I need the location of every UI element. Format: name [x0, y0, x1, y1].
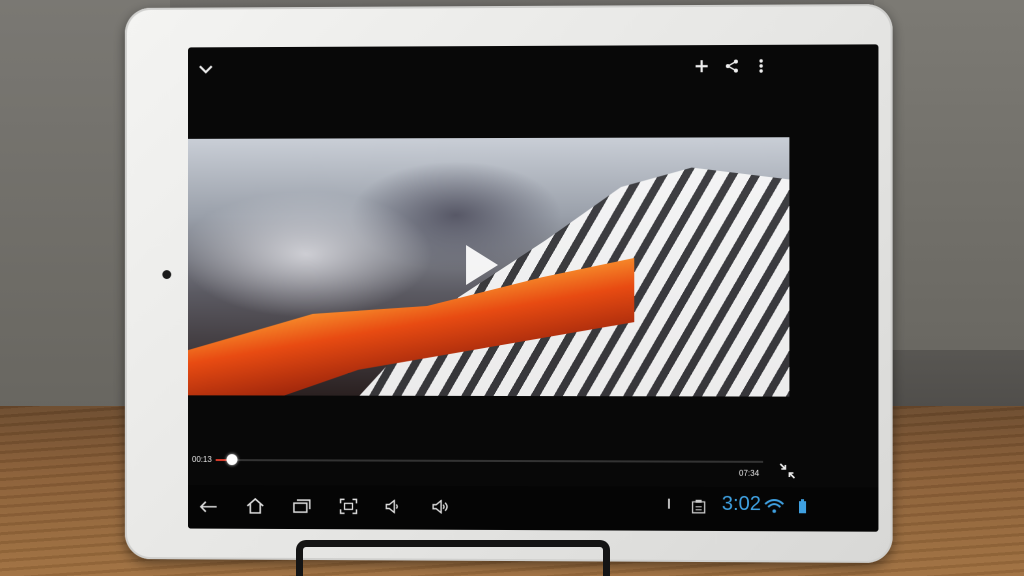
chevron-down-icon[interactable]	[196, 59, 216, 79]
front-camera	[162, 270, 172, 280]
screenshot-icon[interactable]	[337, 496, 361, 516]
progress-track[interactable]	[215, 454, 764, 466]
play-icon[interactable]	[466, 245, 499, 285]
video-frame[interactable]	[188, 137, 790, 397]
add-icon[interactable]	[692, 56, 712, 76]
tablet-device: 00:13 07:34 3:02	[124, 3, 893, 564]
volume-up-icon[interactable]	[430, 497, 454, 517]
back-icon[interactable]	[198, 497, 220, 517]
tablet-stand	[296, 540, 610, 576]
background-box-right	[874, 0, 1024, 350]
system-nav-bar: 3:02	[188, 484, 879, 532]
notification-icon[interactable]	[664, 497, 672, 511]
playback-controls: 00:13 07:34	[188, 445, 878, 487]
duration-time: 07:34	[738, 468, 760, 478]
clipboard-icon[interactable]	[690, 497, 708, 515]
recent-apps-icon[interactable]	[291, 496, 313, 516]
volume-down-icon[interactable]	[382, 497, 404, 517]
current-time: 00:13	[191, 454, 212, 465]
progress-thumb[interactable]	[226, 454, 238, 466]
wifi-icon	[763, 497, 785, 515]
battery-icon	[796, 497, 808, 515]
tablet-screen: 00:13 07:34 3:02	[188, 44, 879, 532]
more-vert-icon[interactable]	[753, 56, 769, 76]
home-icon[interactable]	[243, 495, 267, 517]
exit-fullscreen-icon[interactable]	[777, 461, 797, 481]
status-clock: 3:02	[721, 492, 762, 516]
player-top-bar	[188, 44, 878, 87]
share-icon[interactable]	[722, 56, 742, 76]
